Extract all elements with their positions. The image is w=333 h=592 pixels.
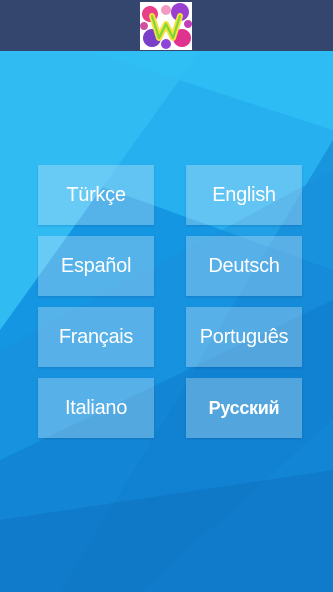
app-screen: Türkçe English Español Deutsch Français …: [0, 0, 333, 592]
language-button-italian[interactable]: Italiano: [38, 378, 154, 438]
language-button-russian[interactable]: Русский: [186, 378, 302, 438]
language-button-spanish[interactable]: Español: [38, 236, 154, 296]
language-button-french[interactable]: Français: [38, 307, 154, 367]
language-grid: Türkçe English Español Deutsch Français …: [0, 0, 333, 592]
language-button-german[interactable]: Deutsch: [186, 236, 302, 296]
language-button-portuguese[interactable]: Português: [186, 307, 302, 367]
language-button-turkish[interactable]: Türkçe: [38, 165, 154, 225]
language-button-english[interactable]: English: [186, 165, 302, 225]
